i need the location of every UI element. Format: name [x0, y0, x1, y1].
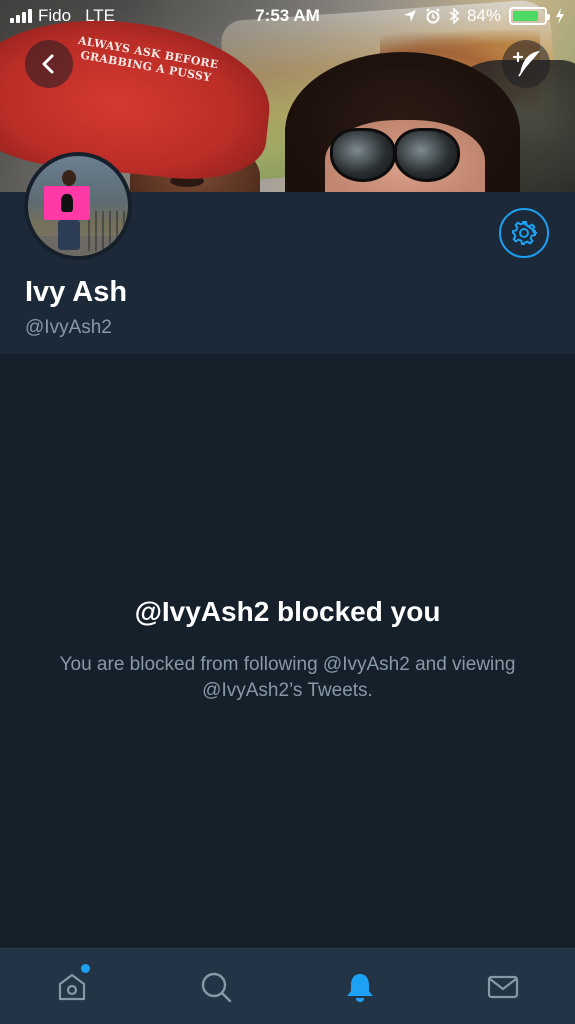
- tab-bar: [0, 948, 575, 1024]
- blocked-title: @IvyAsh2 blocked you: [134, 596, 441, 627]
- home-notification-dot: [81, 964, 90, 973]
- bluetooth-icon: [449, 8, 459, 24]
- location-icon: [403, 10, 416, 22]
- tab-messages[interactable]: [483, 967, 523, 1007]
- blocked-description: You are blocked from following @IvyAsh2 …: [59, 654, 516, 701]
- compose-tweet-icon: [512, 50, 541, 77]
- profile-handle: @IvyAsh2: [25, 317, 112, 338]
- battery-icon: [509, 7, 550, 25]
- bell-icon: [347, 974, 373, 1002]
- status-bar: Fido LTE 7:53 AM 84%: [0, 0, 575, 34]
- settings-button[interactable]: [499, 208, 549, 258]
- compose-tweet-button[interactable]: [502, 40, 550, 88]
- chevron-left-icon: [42, 54, 54, 74]
- tab-search[interactable]: [196, 967, 236, 1007]
- tab-home[interactable]: [52, 967, 92, 1007]
- tab-notifications[interactable]: [340, 967, 380, 1007]
- alarm-icon: [426, 8, 440, 24]
- avatar[interactable]: [24, 152, 132, 260]
- search-icon: [201, 972, 232, 1003]
- charging-icon: [556, 8, 564, 24]
- gear-icon: [512, 221, 537, 245]
- back-button[interactable]: [25, 40, 73, 88]
- sunglasses: [330, 128, 460, 186]
- profile-name: Ivy Ash: [25, 276, 128, 308]
- battery-percent: 84%: [466, 6, 501, 25]
- home-icon: [58, 973, 86, 1001]
- mail-icon: [487, 975, 519, 999]
